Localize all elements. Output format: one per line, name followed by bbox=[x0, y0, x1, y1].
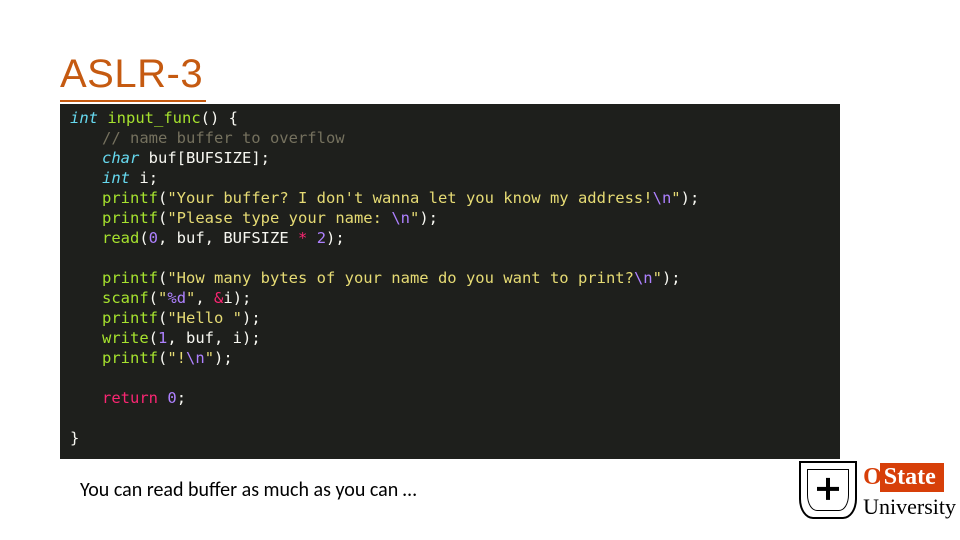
code-line: printf("Hello "); bbox=[102, 308, 830, 328]
code-line: return 0; bbox=[102, 388, 830, 408]
code-line: } bbox=[70, 428, 830, 448]
logo-state: State bbox=[880, 463, 944, 492]
code-line bbox=[102, 248, 830, 268]
slide-title: ASLR-3 bbox=[60, 52, 203, 97]
logo-university: University bbox=[863, 496, 956, 518]
code-line: char buf[BUFSIZE]; bbox=[102, 148, 830, 168]
code-line: printf("Your buffer? I don't wanna let y… bbox=[102, 188, 830, 208]
university-logo: O State University bbox=[799, 458, 956, 522]
code-line: scanf("%d", &i); bbox=[102, 288, 830, 308]
slide: ASLR-3 int input_func() {// name buffer … bbox=[0, 0, 960, 540]
code-line: printf("How many bytes of your name do y… bbox=[102, 268, 830, 288]
code-block: int input_func() {// name buffer to over… bbox=[60, 104, 840, 459]
caption-text: You can read buffer as much as you can … bbox=[80, 478, 417, 502]
code-line bbox=[102, 408, 830, 428]
code-line: int i; bbox=[102, 168, 830, 188]
code-line: write(1, buf, i); bbox=[102, 328, 830, 348]
logo-crest-icon bbox=[799, 461, 857, 519]
code-line: // name buffer to overflow bbox=[102, 128, 830, 148]
logo-text: O State University bbox=[863, 463, 956, 518]
title-underline bbox=[60, 100, 206, 102]
code-line: printf("Please type your name: \n"); bbox=[102, 208, 830, 228]
code-line: printf("!\n"); bbox=[102, 348, 830, 368]
code-line bbox=[102, 368, 830, 388]
code-line: int input_func() { bbox=[70, 108, 830, 128]
code-line: read(0, buf, BUFSIZE * 2); bbox=[102, 228, 830, 248]
